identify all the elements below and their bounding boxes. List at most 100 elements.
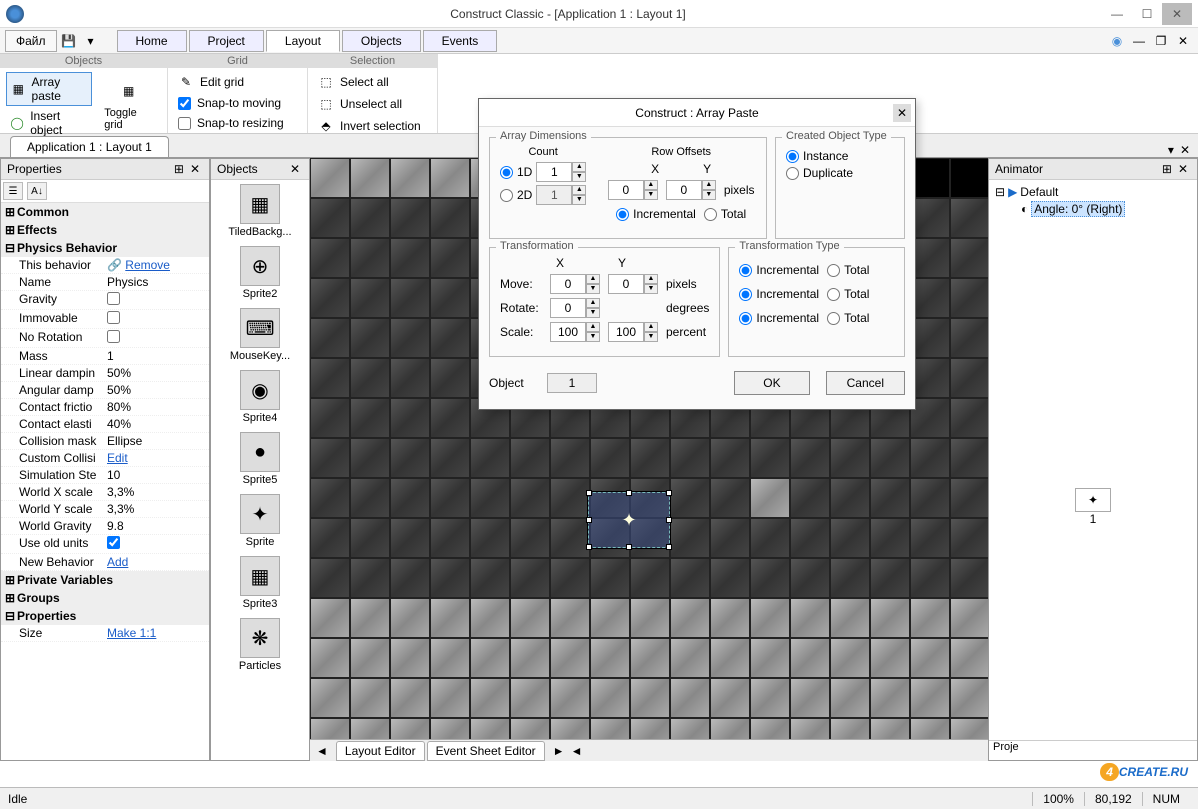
mdi-close-icon[interactable]: ✕ bbox=[1174, 32, 1192, 50]
rotate-total[interactable]: Total bbox=[827, 287, 869, 301]
object-item-2[interactable]: ⌨MouseKey... bbox=[215, 308, 305, 362]
count-1d-input[interactable] bbox=[536, 162, 572, 182]
prop-new-behavior[interactable]: New BehaviorAdd bbox=[1, 554, 209, 571]
tab-dropdown-icon[interactable]: ▾ bbox=[1168, 143, 1174, 157]
cat-private-vars[interactable]: ⊞Private Variables bbox=[1, 571, 209, 589]
pin-icon[interactable]: ⊞ bbox=[171, 162, 187, 176]
tab-nav-right-icon[interactable]: ► bbox=[553, 744, 565, 758]
radio-duplicate[interactable]: Duplicate bbox=[786, 166, 894, 180]
prop-world-x[interactable]: World X scale3,3% bbox=[1, 484, 209, 501]
mdi-restore-icon[interactable]: ❐ bbox=[1152, 32, 1170, 50]
radio-instance[interactable]: Instance bbox=[786, 149, 894, 163]
tab-layout[interactable]: Layout bbox=[266, 30, 340, 52]
snap-resizing-checkbox[interactable]: Snap-to resizing bbox=[174, 114, 301, 132]
tab-home[interactable]: Home bbox=[117, 30, 187, 52]
tab-project[interactable]: Project bbox=[189, 30, 264, 52]
scale-y-input[interactable] bbox=[608, 322, 644, 342]
minimize-button[interactable]: — bbox=[1102, 3, 1132, 25]
radio-2d[interactable]: 2D ▲▼ bbox=[500, 185, 586, 205]
tab-close-icon[interactable]: ✕ bbox=[1180, 143, 1190, 157]
tab-objects[interactable]: Objects bbox=[342, 30, 421, 52]
toggle-grid-button[interactable]: ▦ Toggle grid bbox=[96, 71, 161, 140]
row-offset-y-input[interactable] bbox=[666, 180, 702, 200]
layout-editor-tab[interactable]: Layout Editor bbox=[336, 741, 425, 761]
prop-no-rotation[interactable]: No Rotation bbox=[1, 329, 209, 348]
menu-file[interactable]: Файл bbox=[5, 30, 57, 52]
prop-angular-damping[interactable]: Angular damp50% bbox=[1, 382, 209, 399]
move-incremental[interactable]: Incremental bbox=[739, 263, 819, 277]
prop-collision-mask[interactable]: Collision maskEllipse bbox=[1, 433, 209, 450]
object-item-6[interactable]: ▦Sprite3 bbox=[215, 556, 305, 610]
insert-object-button[interactable]: ◯ Insert object bbox=[6, 107, 92, 139]
object-item-4[interactable]: ●Sprite5 bbox=[215, 432, 305, 486]
tab-events[interactable]: Events bbox=[423, 30, 498, 52]
objects-close-icon[interactable]: ✕ bbox=[287, 162, 303, 176]
doc-tab-1[interactable]: Application 1 : Layout 1 bbox=[10, 136, 169, 157]
maximize-button[interactable]: ☐ bbox=[1132, 3, 1162, 25]
project-tab[interactable]: Proje bbox=[993, 741, 1019, 760]
tab-nav-left-icon[interactable]: ◄ bbox=[316, 744, 328, 758]
selection-box[interactable]: ✦ bbox=[588, 492, 670, 548]
select-all-button[interactable]: ⬚ Select all bbox=[314, 72, 431, 92]
object-item-3[interactable]: ◉Sprite4 bbox=[215, 370, 305, 424]
prop-linear-damping[interactable]: Linear dampin50% bbox=[1, 365, 209, 382]
array-paste-button[interactable]: ▦ Array paste bbox=[6, 72, 92, 106]
move-y-input[interactable] bbox=[608, 274, 644, 294]
row-offset-x-input[interactable] bbox=[608, 180, 644, 200]
anim-angle[interactable]: ◐Angle: 0° (Right) bbox=[993, 200, 1193, 218]
prop-size[interactable]: SizeMake 1:1 bbox=[1, 625, 209, 642]
prop-immovable[interactable]: Immovable bbox=[1, 310, 209, 329]
unselect-all-button[interactable]: ⬚ Unselect all bbox=[314, 94, 431, 114]
dropdown-icon[interactable]: ▾ bbox=[82, 32, 100, 50]
cat-common[interactable]: ⊞Common bbox=[1, 203, 209, 221]
radio-1d[interactable]: 1D ▲▼ bbox=[500, 162, 586, 182]
mdi-minimize-icon[interactable]: — bbox=[1130, 32, 1148, 50]
prop-contact-friction[interactable]: Contact frictio80% bbox=[1, 399, 209, 416]
object-item-0[interactable]: ▦TiledBackg... bbox=[215, 184, 305, 238]
help-icon[interactable]: ◉ bbox=[1108, 32, 1126, 50]
cancel-button[interactable]: Cancel bbox=[826, 371, 905, 395]
cat-effects[interactable]: ⊞Effects bbox=[1, 221, 209, 239]
anim-default[interactable]: ⊟▶Default bbox=[993, 184, 1193, 200]
snap-moving-checkbox[interactable]: Snap-to moving bbox=[174, 94, 301, 112]
rotate-incremental[interactable]: Incremental bbox=[739, 287, 819, 301]
prop-sim-step[interactable]: Simulation Ste10 bbox=[1, 467, 209, 484]
prop-world-y[interactable]: World Y scale3,3% bbox=[1, 501, 209, 518]
move-total[interactable]: Total bbox=[827, 263, 869, 277]
object-item-5[interactable]: ✦Sprite bbox=[215, 494, 305, 548]
ok-button[interactable]: OK bbox=[734, 371, 809, 395]
object-item-7[interactable]: ❋Particles bbox=[215, 618, 305, 672]
alphabetical-icon[interactable]: A↓ bbox=[27, 182, 47, 200]
categorized-icon[interactable]: ☰ bbox=[3, 182, 23, 200]
prop-contact-elasticity[interactable]: Contact elasti40% bbox=[1, 416, 209, 433]
panel-close-icon[interactable]: ✕ bbox=[187, 162, 203, 176]
prop-gravity[interactable]: Gravity bbox=[1, 291, 209, 310]
move-x-input[interactable] bbox=[550, 274, 586, 294]
scale-total[interactable]: Total bbox=[827, 311, 869, 325]
invert-selection-button[interactable]: ⬘ Invert selection bbox=[314, 116, 431, 136]
hscroll-left-icon[interactable]: ◄ bbox=[571, 744, 583, 758]
scale-incremental[interactable]: Incremental bbox=[739, 311, 819, 325]
object-label: Particles bbox=[239, 660, 281, 672]
prop-this-behavior[interactable]: This behavior🔗 Remove bbox=[1, 257, 209, 274]
save-icon[interactable]: 💾 bbox=[60, 32, 78, 50]
event-sheet-tab[interactable]: Event Sheet Editor bbox=[427, 741, 545, 761]
edit-grid-button[interactable]: ✎ Edit grid bbox=[174, 72, 301, 92]
prop-mass[interactable]: Mass1 bbox=[1, 348, 209, 365]
cat-groups[interactable]: ⊞Groups bbox=[1, 589, 209, 607]
prop-world-gravity[interactable]: World Gravity9.8 bbox=[1, 518, 209, 535]
prop-name[interactable]: NamePhysics bbox=[1, 274, 209, 291]
object-item-1[interactable]: ⊕Sprite2 bbox=[215, 246, 305, 300]
dialog-close-button[interactable]: ✕ bbox=[893, 104, 911, 122]
count-2d-input[interactable] bbox=[536, 185, 572, 205]
cat-physics[interactable]: ⊟Physics Behavior bbox=[1, 239, 209, 257]
scale-x-input[interactable] bbox=[550, 322, 586, 342]
close-button[interactable]: ✕ bbox=[1162, 3, 1192, 25]
animator-close-icon[interactable]: ✕ bbox=[1175, 162, 1191, 176]
frame-1[interactable]: ✦ 1 bbox=[995, 488, 1191, 526]
prop-old-units[interactable]: Use old units bbox=[1, 535, 209, 554]
cat-properties[interactable]: ⊟Properties bbox=[1, 607, 209, 625]
rotate-input[interactable] bbox=[550, 298, 586, 318]
prop-custom-collision[interactable]: Custom CollisiEdit bbox=[1, 450, 209, 467]
animator-pin-icon[interactable]: ⊞ bbox=[1159, 162, 1175, 176]
